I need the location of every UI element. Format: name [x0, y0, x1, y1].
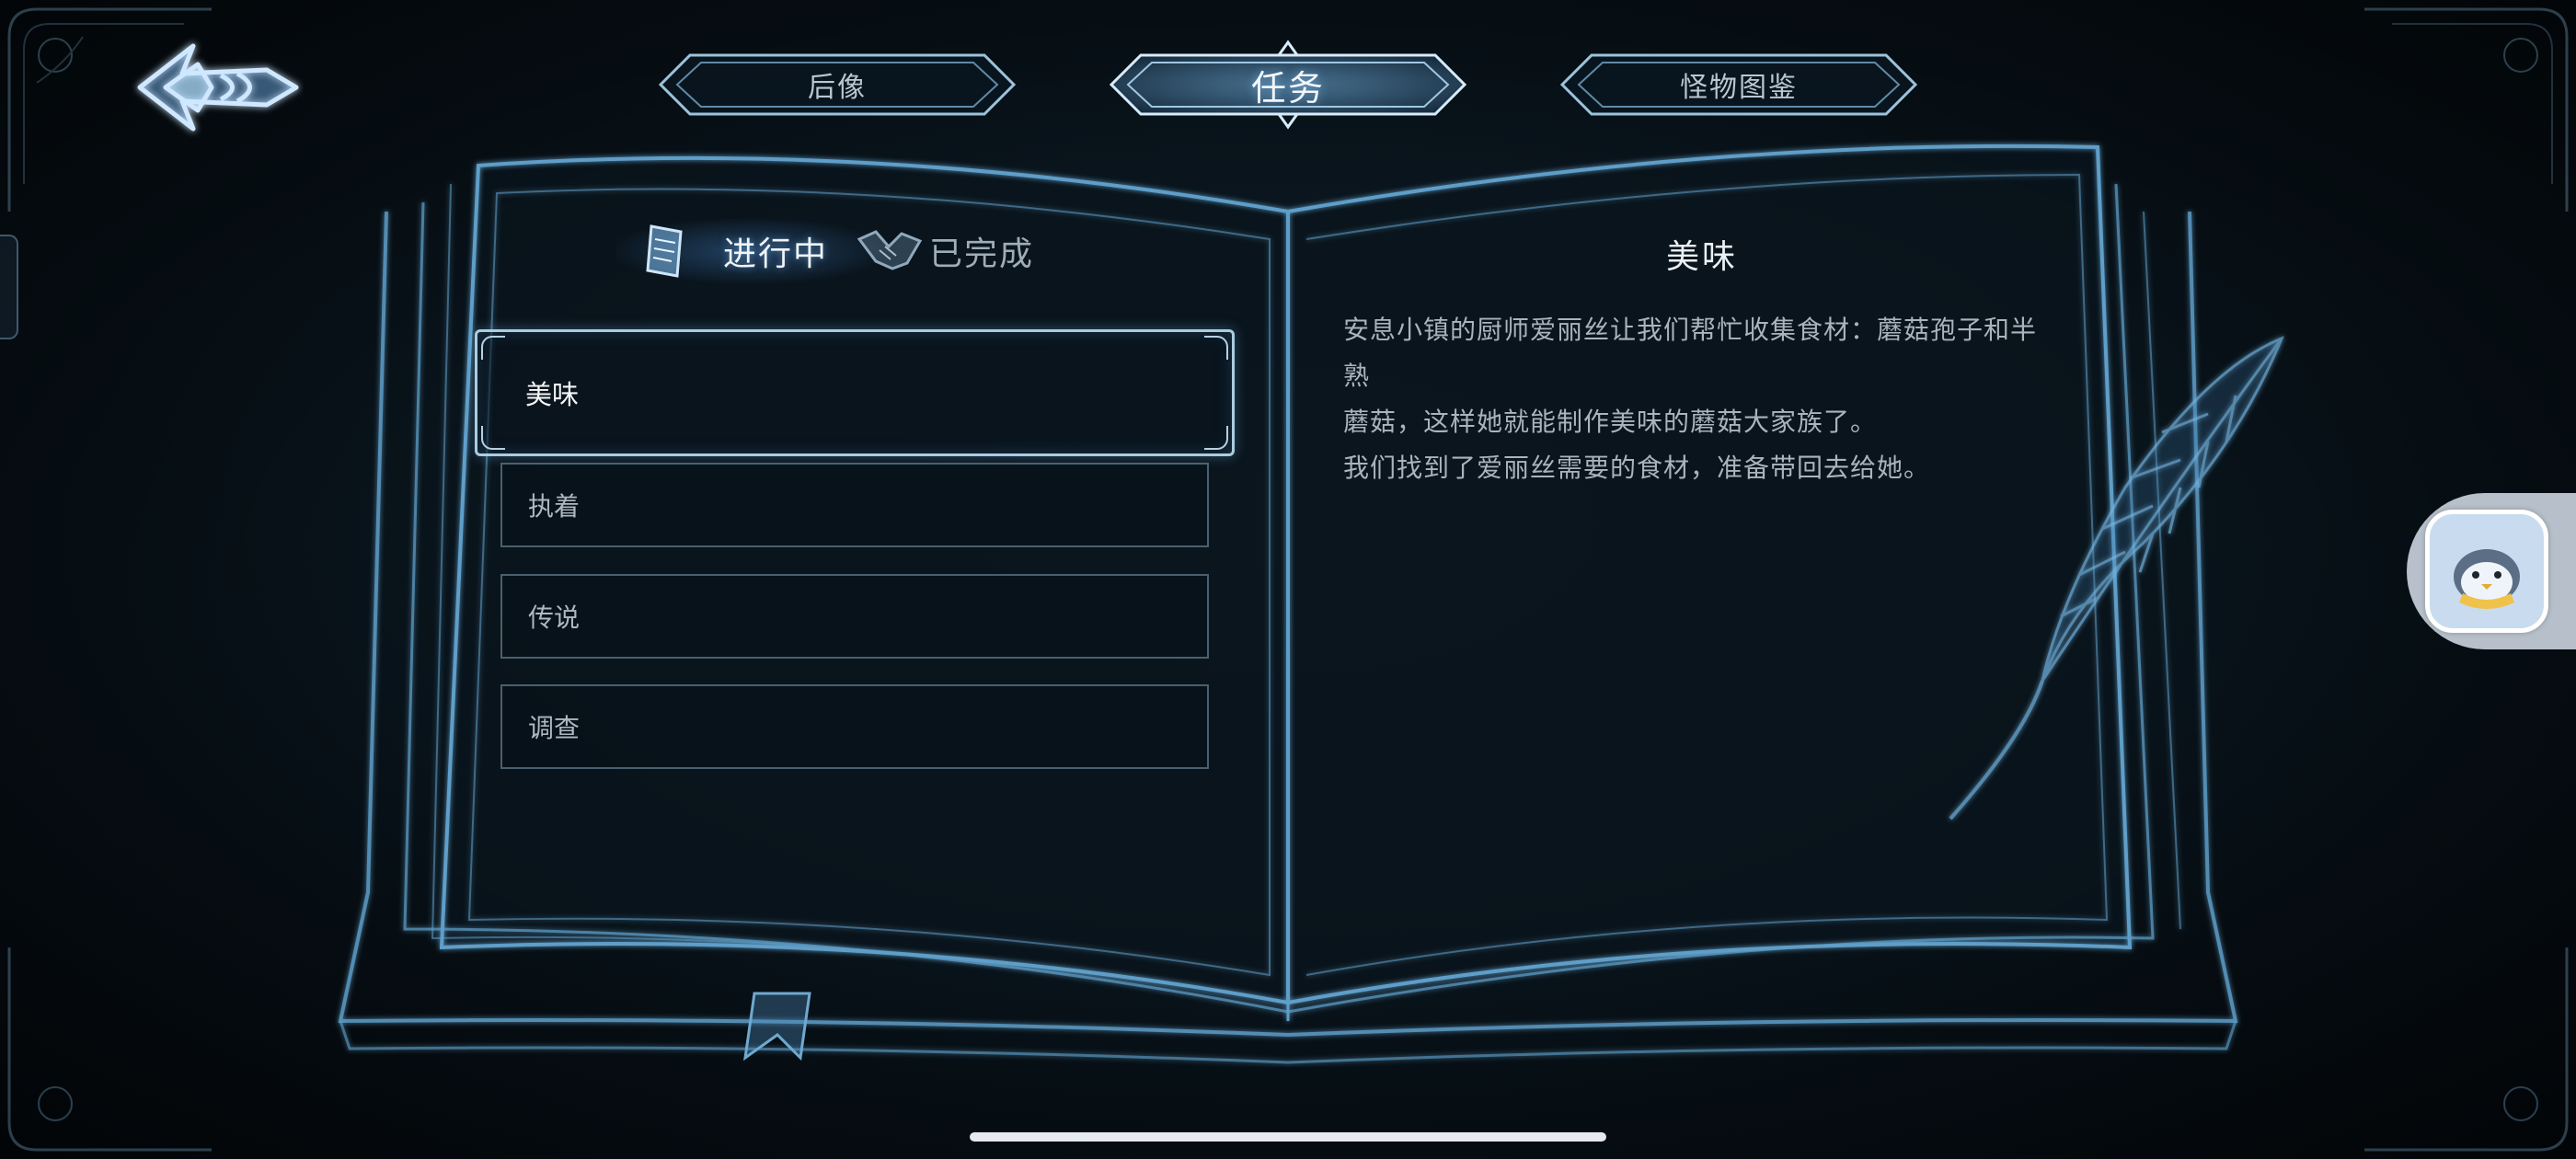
quest-detail-title: 美味: [1665, 238, 1738, 276]
frame-corner: [1204, 426, 1228, 450]
tab-afterimage[interactable]: 后像: [653, 48, 1021, 121]
corner-ornament-bottom-left: [7, 947, 212, 1152]
quest-item-label: 传说: [528, 602, 581, 633]
tab-in-progress-label: 进行中: [723, 235, 829, 273]
corner-ornament-bottom-right: [2364, 947, 2569, 1152]
handshake-icon: [857, 230, 923, 270]
quest-item-delicious[interactable]: 美味: [475, 329, 1235, 456]
quest-item-label: 调查: [528, 713, 581, 743]
quest-item-investigation[interactable]: 调查: [500, 684, 1209, 769]
assistant-avatar: [2425, 510, 2548, 633]
penguin-assistant-icon: [2454, 549, 2520, 609]
tab-quest[interactable]: 任务: [1104, 39, 1472, 131]
quest-status-tabs: 进行中 已完成: [616, 210, 1132, 293]
tab-bestiary-label: 怪物图鉴: [1680, 72, 1798, 104]
tab-completed[interactable]: 已完成: [856, 210, 1132, 293]
tab-afterimage-label: 后像: [808, 72, 867, 104]
home-indicator[interactable]: [970, 1132, 1606, 1142]
quest-item-legend[interactable]: 传说: [500, 574, 1209, 659]
scroll-icon: [646, 224, 683, 278]
quest-item-label: 执着: [528, 491, 581, 522]
quill-feather-illustration: [1949, 336, 2284, 820]
quest-item-obsession[interactable]: 执着: [500, 463, 1209, 547]
top-navigation: 后像 任务 怪物图鉴: [0, 39, 2576, 140]
tab-in-progress[interactable]: 进行中: [616, 210, 883, 293]
tab-completed-label: 已完成: [929, 235, 1035, 273]
frame-corner: [1204, 336, 1228, 360]
side-drawer-handle[interactable]: [0, 235, 18, 339]
floating-assistant-button[interactable]: [2407, 493, 2576, 649]
frame-corner: [481, 336, 505, 360]
tab-bestiary[interactable]: 怪物图鉴: [1555, 48, 1923, 121]
tab-quest-label: 任务: [1250, 67, 1325, 109]
frame-corner: [481, 426, 505, 450]
quest-item-label: 美味: [525, 379, 580, 410]
